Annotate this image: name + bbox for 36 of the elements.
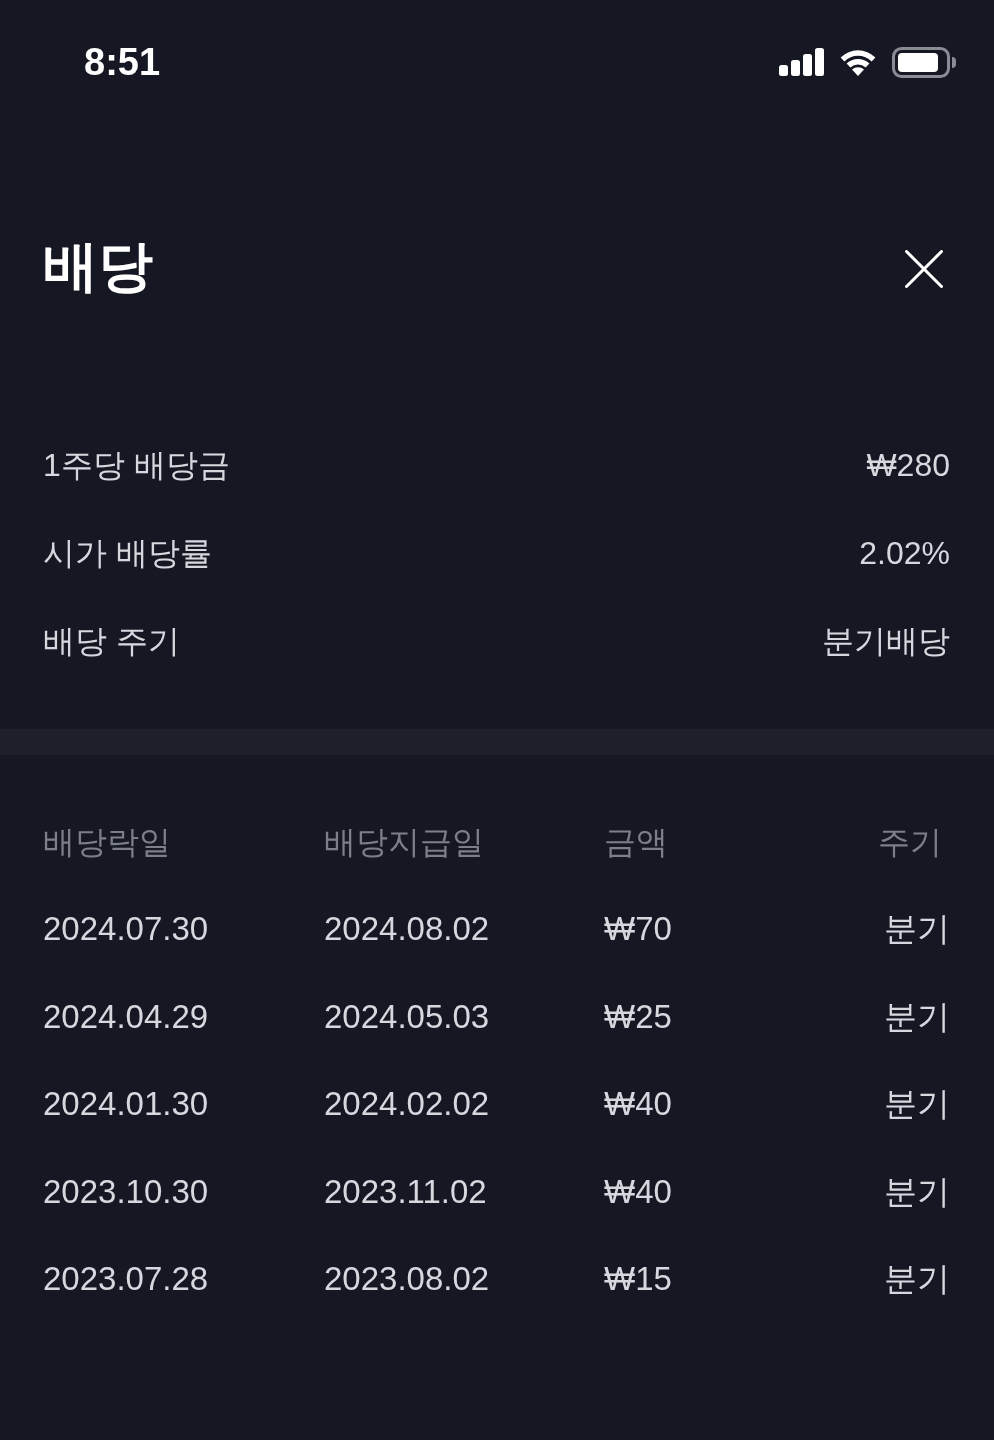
table-cell: 분기 <box>884 1262 950 1296</box>
table-cell: ₩70 <box>604 912 672 946</box>
close-button[interactable] <box>905 250 943 288</box>
table-cell: ₩40 <box>604 1174 672 1208</box>
summary-label: 배당 주기 <box>43 625 180 657</box>
wifi-icon <box>838 48 878 76</box>
table-cell: 분기 <box>884 1174 950 1208</box>
column-header: 금액 <box>604 826 668 858</box>
table-cell: 분기 <box>884 1087 950 1121</box>
table-cell: 분기 <box>884 999 950 1033</box>
table-cell: 2023.07.28 <box>43 1262 209 1296</box>
table-cell: ₩15 <box>604 1262 672 1296</box>
signal-icon <box>779 48 824 76</box>
table-cell: 2024.07.30 <box>43 912 209 946</box>
page-title: 배당 <box>43 238 153 294</box>
table-cell: 2024.01.30 <box>43 1087 209 1121</box>
summary-label: 시가 배당률 <box>43 537 212 569</box>
status-time: 8:51 <box>84 43 161 81</box>
summary-value: 분기배당 <box>822 625 950 657</box>
table-cell: 2023.08.02 <box>324 1262 490 1296</box>
table-cell: 분기 <box>884 912 950 946</box>
column-header: 배당지급일 <box>324 826 484 858</box>
battery-icon <box>892 46 956 78</box>
column-header: 배당락일 <box>43 826 171 858</box>
column-header: 주기 <box>878 826 942 858</box>
summary-value: ₩280 <box>866 449 950 481</box>
table-cell: 2024.04.29 <box>43 999 209 1033</box>
table-cell: 2024.02.02 <box>324 1087 490 1121</box>
table-cell: ₩40 <box>604 1087 672 1121</box>
table-cell: 2024.05.03 <box>324 999 490 1033</box>
table-cell: ₩25 <box>604 999 672 1033</box>
summary-label: 1주당 배당금 <box>43 449 230 481</box>
table-cell: 2023.11.02 <box>324 1174 487 1208</box>
table-cell: 2024.08.02 <box>324 912 490 946</box>
table-cell: 2023.10.30 <box>43 1174 209 1208</box>
summary-value: 2.02% <box>859 537 950 569</box>
